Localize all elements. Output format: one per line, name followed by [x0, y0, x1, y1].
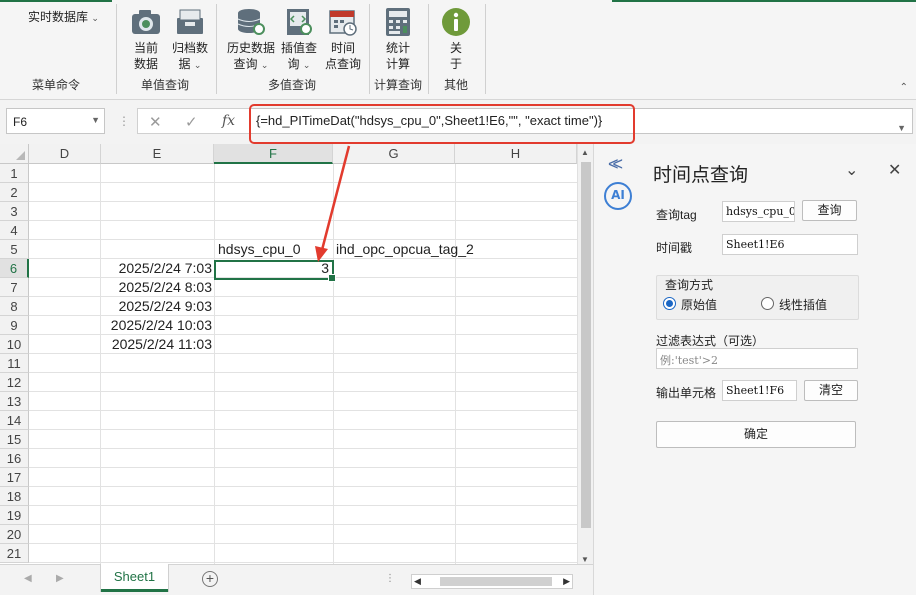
prev-sheet-icon[interactable]: ◀: [24, 573, 32, 584]
time-label: 时间戳: [656, 241, 693, 255]
ai-icon[interactable]: AI: [604, 182, 632, 210]
scroll-right-icon[interactable]: ▶: [563, 576, 570, 587]
chevron-down-icon[interactable]: ⌄: [845, 160, 858, 180]
query-mode-label: 查询方式: [665, 278, 714, 292]
sheet-tabs-bar: ◀ ▶ Sheet1 + ⋮ ◀ ▶: [0, 564, 593, 595]
scroll-down-icon[interactable]: ▼: [581, 555, 589, 564]
query-button[interactable]: 查询: [802, 200, 857, 221]
radio-linear-interp-label: 线性插值: [779, 298, 828, 312]
scroll-thumb[interactable]: [440, 577, 552, 586]
ok-button[interactable]: 确定: [656, 421, 856, 448]
time-input[interactable]: Sheet1!E6: [722, 234, 858, 255]
filter-input[interactable]: 例:'test'>2: [656, 348, 858, 369]
horizontal-scrollbar[interactable]: ◀ ▶: [411, 574, 573, 589]
clear-button[interactable]: 清空: [804, 380, 858, 401]
pane-title: 时间点查询: [653, 165, 749, 186]
side-toolbar: << AI: [593, 144, 637, 595]
radio-linear-interp[interactable]: [761, 297, 774, 310]
vertical-scrollbar[interactable]: ▲ ▼: [577, 144, 593, 568]
filter-label: 过滤表达式（可选）: [656, 334, 765, 348]
scroll-up-icon[interactable]: ▲: [581, 148, 589, 157]
radio-raw-value-label: 原始值: [681, 298, 718, 312]
scroll-thumb[interactable]: [581, 162, 591, 528]
add-sheet-icon[interactable]: +: [202, 571, 218, 587]
close-icon[interactable]: ✕: [888, 160, 901, 180]
next-sheet-icon[interactable]: ▶: [56, 573, 64, 584]
tag-input[interactable]: hdsys_cpu_0: [722, 201, 795, 222]
output-label: 输出单元格: [656, 386, 717, 400]
tag-label: 查询tag: [656, 208, 697, 222]
output-input[interactable]: Sheet1!F6: [722, 380, 797, 401]
radio-raw-value[interactable]: [663, 297, 676, 310]
scroll-left-icon[interactable]: ◀: [414, 576, 421, 587]
splitter-dots-icon[interactable]: ⋮: [385, 573, 395, 584]
collapse-pane-icon[interactable]: <<: [608, 154, 623, 175]
timepoint-query-pane: 时间点查询 ⌄ ✕ 查询tag hdsys_cpu_0 查询 时间戳 Sheet…: [637, 144, 916, 595]
sheet-tab-sheet1[interactable]: Sheet1: [101, 564, 168, 592]
